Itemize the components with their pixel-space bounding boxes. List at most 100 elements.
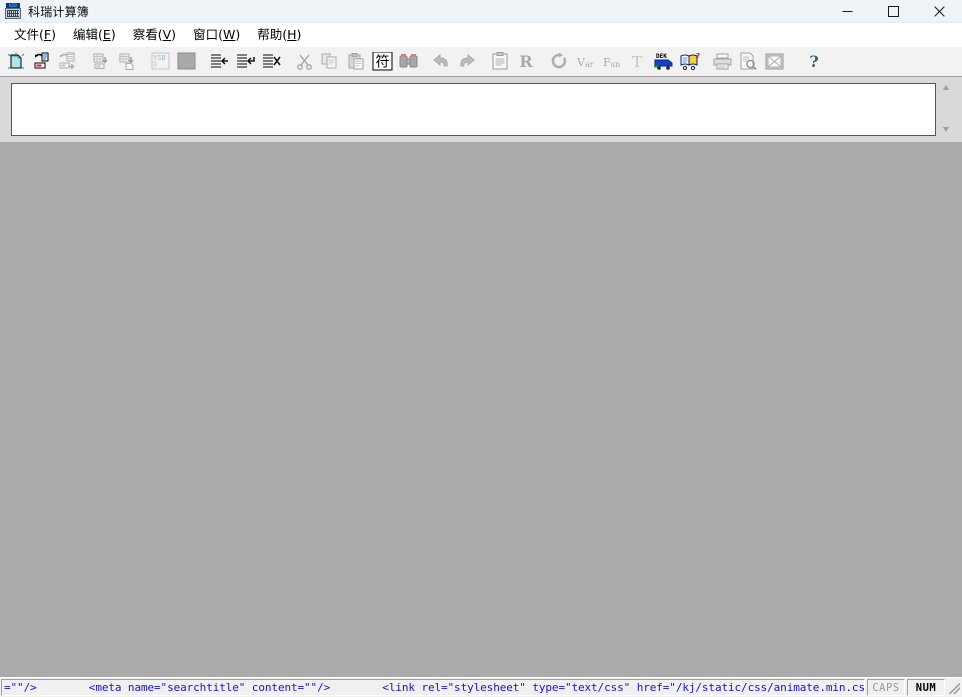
menu-label-view: 察看 xyxy=(132,26,158,42)
save-document-button[interactable] xyxy=(56,50,80,73)
status-indicator-num: NUM xyxy=(907,679,945,696)
save-page-plus-icon xyxy=(59,52,74,69)
functions-button[interactable]: F un xyxy=(599,50,623,73)
variables-button[interactable]: V ar xyxy=(573,50,597,73)
redo-arrow-icon xyxy=(460,53,475,67)
document-window xyxy=(0,77,962,142)
delete-row-button[interactable] xyxy=(259,50,283,73)
dek-truck-button[interactable]: DEK xyxy=(651,50,675,73)
clipboard-paste-icon xyxy=(348,53,364,70)
insert-row-before-button[interactable] xyxy=(207,50,231,73)
close-button[interactable] xyxy=(916,0,962,22)
resize-grip[interactable] xyxy=(946,679,962,696)
svg-text:YSB: YSB xyxy=(153,54,166,62)
copy-button[interactable] xyxy=(318,50,342,73)
menu-item-file[interactable]: 文件(F) xyxy=(6,25,65,45)
find-button[interactable] xyxy=(396,50,420,73)
status-indicator-caps: CAPS xyxy=(867,679,905,696)
toolbar-separator xyxy=(787,50,794,73)
cut-button[interactable] xyxy=(292,50,316,73)
properties-button[interactable] xyxy=(488,50,512,73)
document-page[interactable] xyxy=(11,83,936,136)
close-icon xyxy=(933,5,945,17)
undo-arrow-icon xyxy=(433,53,448,67)
new-document-button[interactable] xyxy=(4,50,28,73)
help-book-button[interactable]: ? xyxy=(677,50,701,73)
toolbar-separator xyxy=(421,50,428,73)
svg-text:T: T xyxy=(632,53,642,71)
title-bar: KJSY 科瑞计算簿 xyxy=(0,0,962,23)
circular-arrow-icon xyxy=(551,52,567,69)
var-label-icon: V ar xyxy=(576,56,594,69)
calculator-keyboard-icon: KJSY xyxy=(5,3,21,19)
scissors-icon xyxy=(296,54,312,70)
print-button[interactable] xyxy=(710,50,734,73)
menu-item-view[interactable]: 察看(V) xyxy=(125,25,185,45)
print-preview-button[interactable] xyxy=(736,50,760,73)
question-mark-icon: ? xyxy=(809,52,818,71)
letter-t-icon: T xyxy=(632,53,642,71)
binoculars-icon xyxy=(399,54,417,68)
open-book-question-icon: ? xyxy=(680,52,700,71)
toolbar-separator xyxy=(480,50,487,73)
menu-item-edit[interactable]: 编辑(E) xyxy=(65,25,125,45)
paste-button[interactable] xyxy=(344,50,368,73)
image-button[interactable] xyxy=(762,50,786,73)
redo-button[interactable] xyxy=(455,50,479,73)
blank-panel-button[interactable] xyxy=(174,50,198,73)
menu-accel-help: H xyxy=(287,26,297,42)
insert-row-after-button[interactable] xyxy=(233,50,257,73)
menu-accel-file: F xyxy=(43,26,52,42)
minimize-button[interactable] xyxy=(824,0,870,22)
lines-arrow-return-icon xyxy=(236,54,255,68)
toolbar-separator xyxy=(794,50,801,73)
insert-symbol-button[interactable]: 符 xyxy=(370,50,394,73)
maximize-icon xyxy=(887,5,899,17)
fun-label-icon: F un xyxy=(603,56,620,69)
menu-bar: 文件(F) 编辑(E) 察看(V) 窗口(W) 帮助(H) xyxy=(0,23,962,46)
menu-label-edit: 编辑 xyxy=(73,26,99,42)
status-message: =""/> <meta name="searchtitle" content="… xyxy=(4,681,865,694)
printer-icon xyxy=(713,53,731,70)
undo-button[interactable] xyxy=(429,50,453,73)
minimize-icon xyxy=(842,10,852,12)
ysb-button[interactable]: YSB xyxy=(148,50,172,73)
text-tool-button[interactable]: T xyxy=(625,50,649,73)
import-button[interactable] xyxy=(89,50,113,73)
maximize-button[interactable] xyxy=(870,0,916,22)
menu-item-window[interactable]: 窗口(W) xyxy=(185,25,249,45)
refresh-button[interactable] xyxy=(547,50,571,73)
toolbar-separator xyxy=(702,50,709,73)
grid-export-page-icon xyxy=(119,53,134,70)
menu-label-window: 窗口 xyxy=(193,26,219,42)
svg-text:符: 符 xyxy=(375,55,389,71)
toolbar-separator xyxy=(140,50,147,73)
scroll-up-arrow-icon[interactable] xyxy=(942,84,950,92)
window-controls xyxy=(824,0,962,22)
document-vertical-scrollbar[interactable] xyxy=(940,83,953,136)
export-button[interactable] xyxy=(115,50,139,73)
run-r-button[interactable]: R xyxy=(514,50,538,73)
svg-text:DEK: DEK xyxy=(656,53,667,60)
menu-accel-view: V xyxy=(162,26,172,42)
menu-label-file: 文件 xyxy=(14,26,40,42)
toolbar-separator xyxy=(539,50,546,73)
menu-accel-window: W xyxy=(222,26,236,42)
application-window: KJSY 科瑞计算簿 文件(F) 编辑(E) 察看(V) 窗口(W) 帮助(H)… xyxy=(0,0,962,697)
menu-item-help[interactable]: 帮助(H) xyxy=(249,25,310,45)
toolbar-separator xyxy=(284,50,291,73)
svg-text:?: ? xyxy=(696,52,700,60)
svg-text:?: ? xyxy=(809,52,818,71)
menu-accel-edit: E xyxy=(102,26,111,42)
help-button[interactable]: ? xyxy=(802,50,826,73)
open-folder-page-icon xyxy=(34,52,48,69)
ysb-label-icon: YSB xyxy=(151,52,169,70)
filled-block-icon xyxy=(177,52,195,70)
svg-text:un: un xyxy=(610,60,620,69)
page-magnifier-icon xyxy=(740,52,757,71)
open-document-button[interactable] xyxy=(30,50,54,73)
scroll-down-arrow-icon[interactable] xyxy=(942,125,950,133)
toolbar-separator xyxy=(81,50,88,73)
window-title: 科瑞计算簿 xyxy=(28,4,90,19)
toolbar: YSB 符 R V ar F un T DEK ? ? xyxy=(0,46,962,77)
